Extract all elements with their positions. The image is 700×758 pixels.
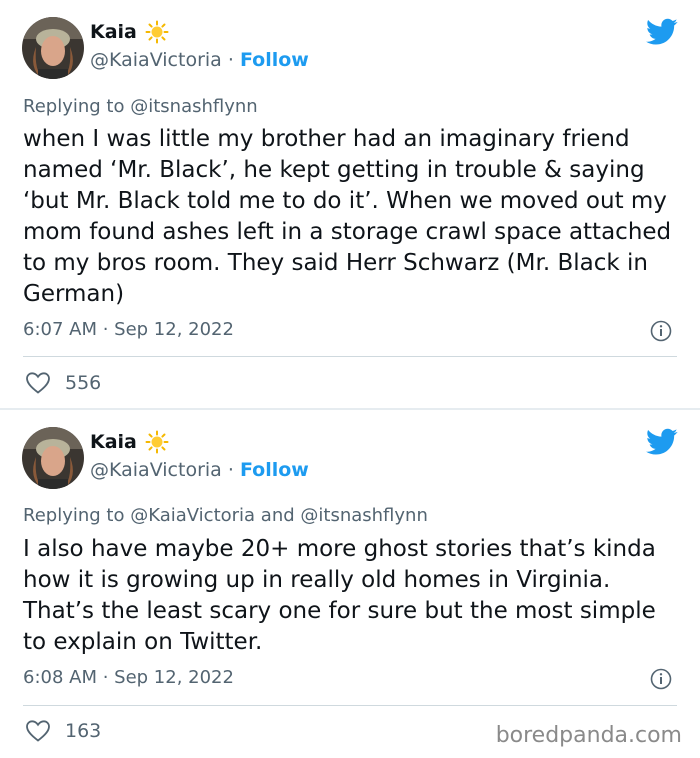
twitter-bird-icon[interactable]	[646, 428, 678, 456]
author-name[interactable]: Kaia	[90, 431, 137, 453]
author-handle[interactable]: @KaiaVictoria	[90, 49, 222, 71]
handle-row: @KaiaVictoria · Follow	[90, 49, 309, 71]
follow-button[interactable]: Follow	[240, 49, 309, 71]
dot-separator: ·	[227, 459, 234, 481]
reply-prefix: Replying to	[23, 96, 125, 117]
sun-emoji-icon	[145, 430, 169, 454]
tweet-timestamp[interactable]: 6:07 AM · Sep 12, 2022	[23, 319, 234, 340]
dot-separator: ·	[227, 49, 234, 71]
tweet-card: Kaia @KaiaVictoria · Follow Replying to …	[0, 410, 700, 758]
author-name-row: Kaia	[90, 20, 169, 44]
tweet-body: when I was little my brother had an imag…	[23, 126, 672, 307]
watermark: boredpanda.com	[495, 723, 682, 748]
heart-icon[interactable]	[25, 719, 51, 743]
reply-prefix: Replying to	[23, 505, 125, 526]
replying-to: Replying to @KaiaVictoria and @itsnashfl…	[23, 505, 428, 526]
info-icon[interactable]	[650, 668, 672, 690]
info-icon[interactable]	[650, 320, 672, 342]
author-name-row: Kaia	[90, 430, 169, 454]
handle-row: @KaiaVictoria · Follow	[90, 459, 309, 481]
author-handle[interactable]: @KaiaVictoria	[90, 459, 222, 481]
like-group[interactable]: 556	[25, 371, 101, 395]
avatar[interactable]	[22, 17, 84, 79]
twitter-bird-icon[interactable]	[646, 18, 678, 46]
tweet-body: I also have maybe 20+ more ghost stories…	[23, 536, 656, 655]
reply-mentions[interactable]: @KaiaVictoria and @itsnashflynn	[130, 505, 428, 526]
replying-to: Replying to @itsnashflynn	[23, 96, 258, 117]
like-count: 556	[65, 372, 102, 394]
follow-button[interactable]: Follow	[240, 459, 309, 481]
like-count: 163	[65, 720, 102, 742]
heart-icon[interactable]	[25, 371, 51, 395]
tweet-card: Kaia @KaiaVictoria · Follow Replying to …	[0, 0, 700, 408]
author-name[interactable]: Kaia	[90, 21, 137, 43]
tweet-timestamp[interactable]: 6:08 AM · Sep 12, 2022	[23, 667, 234, 688]
divider	[23, 356, 677, 357]
sun-emoji-icon	[145, 20, 169, 44]
divider	[23, 705, 677, 706]
like-group[interactable]: 163	[25, 719, 101, 743]
avatar[interactable]	[22, 427, 84, 489]
reply-mention[interactable]: @itsnashflynn	[130, 96, 257, 117]
